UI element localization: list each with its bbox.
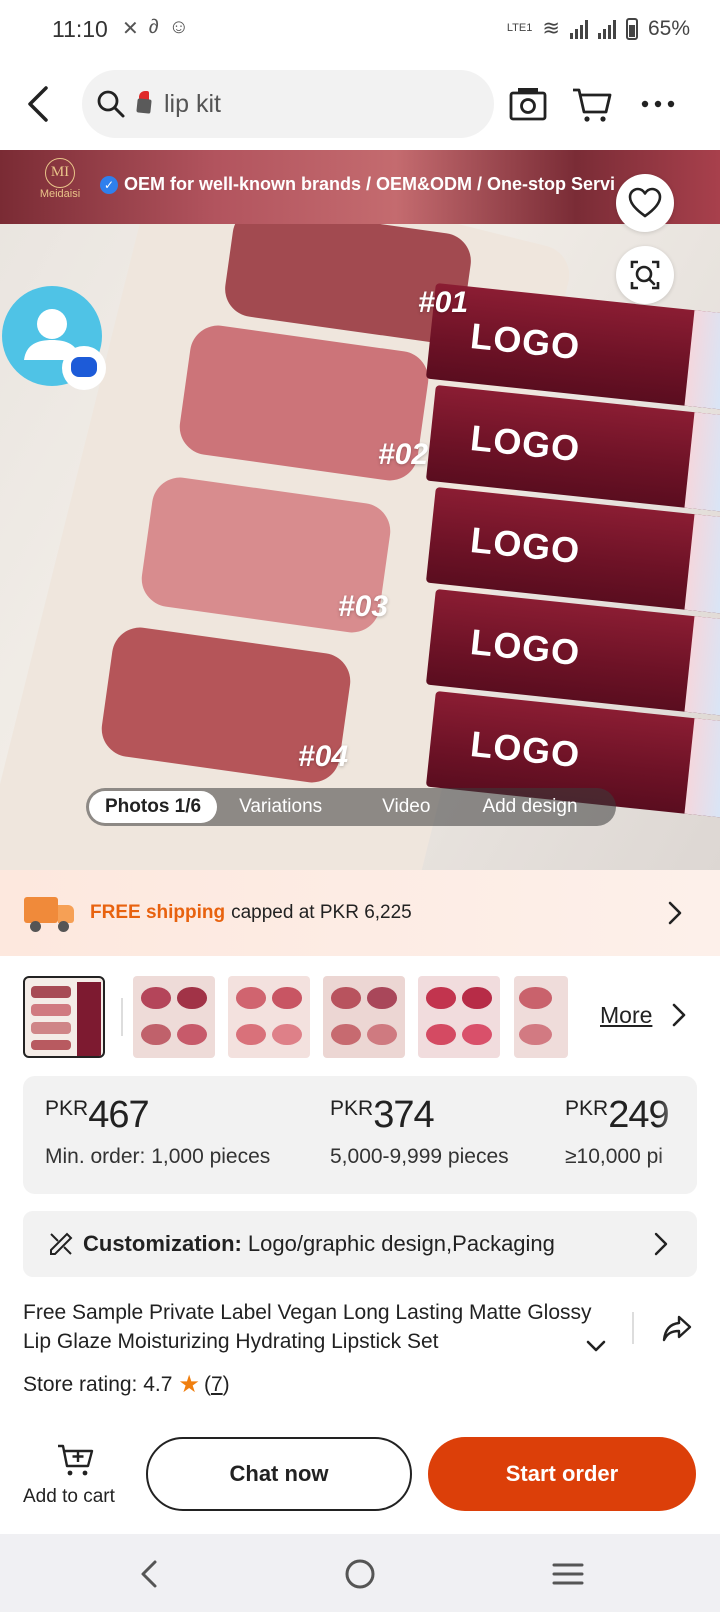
thumbnail[interactable]	[418, 976, 500, 1058]
camera-icon	[509, 88, 547, 121]
thumbnail[interactable]	[228, 976, 310, 1058]
divider	[121, 998, 123, 1036]
product-title: Free Sample Private Label Vegan Long Las…	[23, 1301, 592, 1353]
tab-video[interactable]: Video	[366, 791, 446, 823]
signal-icon	[569, 19, 588, 39]
store-rating-label: Store rating: 4.7	[23, 1372, 173, 1396]
shade-label: #02	[378, 438, 429, 471]
system-recents-button[interactable]	[548, 1554, 588, 1594]
volte-label: LTE1	[506, 22, 533, 34]
chat-now-button[interactable]: Chat now	[146, 1437, 412, 1511]
search-header: lip kit	[0, 60, 720, 150]
search-input[interactable]: lip kit	[82, 70, 494, 138]
chevron-right-icon	[654, 1232, 668, 1256]
heart-icon	[628, 187, 662, 218]
notification-icon: ∂	[148, 16, 159, 38]
free-shipping-label: FREE shipping	[90, 902, 226, 923]
brand-logo: MI Meidaisi	[30, 158, 90, 216]
tab-photos[interactable]: Photos 1/6	[89, 791, 218, 823]
notification-icon: ✕	[122, 18, 139, 40]
shade-label: #04	[298, 740, 349, 773]
more-options-button[interactable]	[636, 82, 680, 126]
share-icon[interactable]	[660, 1311, 694, 1345]
wifi-icon: ≋	[542, 17, 560, 40]
back-button[interactable]	[18, 82, 62, 126]
battery-icon	[625, 17, 638, 40]
add-to-cart-icon[interactable]	[56, 1442, 96, 1478]
store-rating: Store rating: 4.7 ★ (7)	[23, 1371, 230, 1398]
cart-button[interactable]	[570, 82, 614, 126]
thumbnail[interactable]	[514, 976, 568, 1058]
customization-row[interactable]: Customization: Logo/graphic design,Packa…	[23, 1211, 697, 1277]
shipping-info-row[interactable]: FREE shipping capped at PKR 6,225	[0, 870, 720, 956]
status-bar: 11:10 ✕ ∂ ☺ LTE1 ≋ 65%	[0, 0, 720, 60]
chevron-down-icon[interactable]	[584, 1334, 608, 1358]
chevron-left-icon	[141, 1560, 157, 1588]
chat-bubble-icon	[62, 346, 106, 390]
lip-gloss-tubes: LOGO LOGO LOGO LOGO LOGO	[425, 283, 720, 821]
design-tools-icon	[50, 1232, 73, 1255]
banner-text: OEM for well-known brands / OEM&ODM / On…	[124, 174, 616, 194]
thumbnail[interactable]	[323, 976, 405, 1058]
chevron-right-icon	[668, 901, 682, 925]
battery-level: 65%	[647, 16, 690, 40]
thumbnail[interactable]	[23, 976, 105, 1058]
tab-variations[interactable]: Variations	[223, 791, 338, 823]
search-icon	[97, 90, 125, 118]
favorite-button[interactable]	[616, 174, 674, 232]
tab-add-design[interactable]: Add design	[466, 791, 593, 823]
delivery-truck-icon	[24, 893, 76, 933]
shade-label: #01	[418, 286, 469, 319]
verified-icon: ✓	[100, 175, 118, 194]
price-tier: PKR374 5,000-9,999 pieces	[330, 1094, 509, 1168]
price-tier: PKR249 ≥10,000 pi	[565, 1094, 670, 1168]
visual-search-button[interactable]	[616, 246, 674, 304]
product-image-gallery[interactable]: LOGO LOGO LOGO LOGO LOGO #01 #02 #03 #04…	[0, 150, 720, 870]
image-search-button[interactable]	[506, 82, 550, 126]
start-order-button[interactable]: Start order	[428, 1437, 696, 1511]
status-time: 11:10	[52, 16, 108, 42]
shipping-cap-text: capped at PKR 6,225	[231, 902, 412, 923]
scroll-fade	[657, 1076, 697, 1194]
rating-count-link[interactable]: 7	[211, 1373, 223, 1397]
chevron-right-icon[interactable]	[664, 1000, 694, 1030]
more-thumbnails-link[interactable]: More	[600, 1002, 652, 1029]
signal-icon	[597, 19, 616, 39]
chevron-left-icon	[28, 86, 48, 122]
variation-thumbnails: More	[0, 976, 720, 1060]
shade-label: #03	[338, 590, 389, 623]
thumbnail[interactable]	[133, 976, 215, 1058]
lipstick-icon	[134, 89, 154, 119]
media-tabs: Photos 1/6 Variations Video Add design	[86, 788, 616, 826]
shopping-cart-icon	[573, 88, 612, 122]
star-icon: ★	[178, 1371, 200, 1398]
scan-search-icon	[630, 260, 660, 290]
menu-lines-icon	[552, 1563, 584, 1585]
add-to-cart-label[interactable]: Add to cart	[23, 1486, 115, 1508]
customization-value: Logo/graphic design,Packaging	[247, 1231, 555, 1256]
home-circle-icon	[345, 1559, 375, 1589]
search-query: lip kit	[164, 89, 221, 118]
price-tiers: PKR467 Min. order: 1,000 pieces PKR374 5…	[23, 1076, 697, 1194]
status-right: LTE1 ≋ 65%	[507, 16, 690, 41]
more-dots-icon	[641, 100, 675, 108]
price-tier: PKR467 Min. order: 1,000 pieces	[45, 1094, 271, 1168]
system-back-button[interactable]	[130, 1554, 170, 1594]
system-navigation-bar	[0, 1534, 720, 1612]
customization-label: Customization:	[83, 1231, 242, 1256]
divider	[632, 1312, 634, 1344]
store-banner: MI Meidaisi ✓ OEM for well-known brands …	[0, 150, 720, 224]
system-home-button[interactable]	[340, 1554, 380, 1594]
emoji-icon: ☺	[168, 16, 190, 38]
notification-icons: ✕ ∂ ☺	[122, 16, 189, 41]
